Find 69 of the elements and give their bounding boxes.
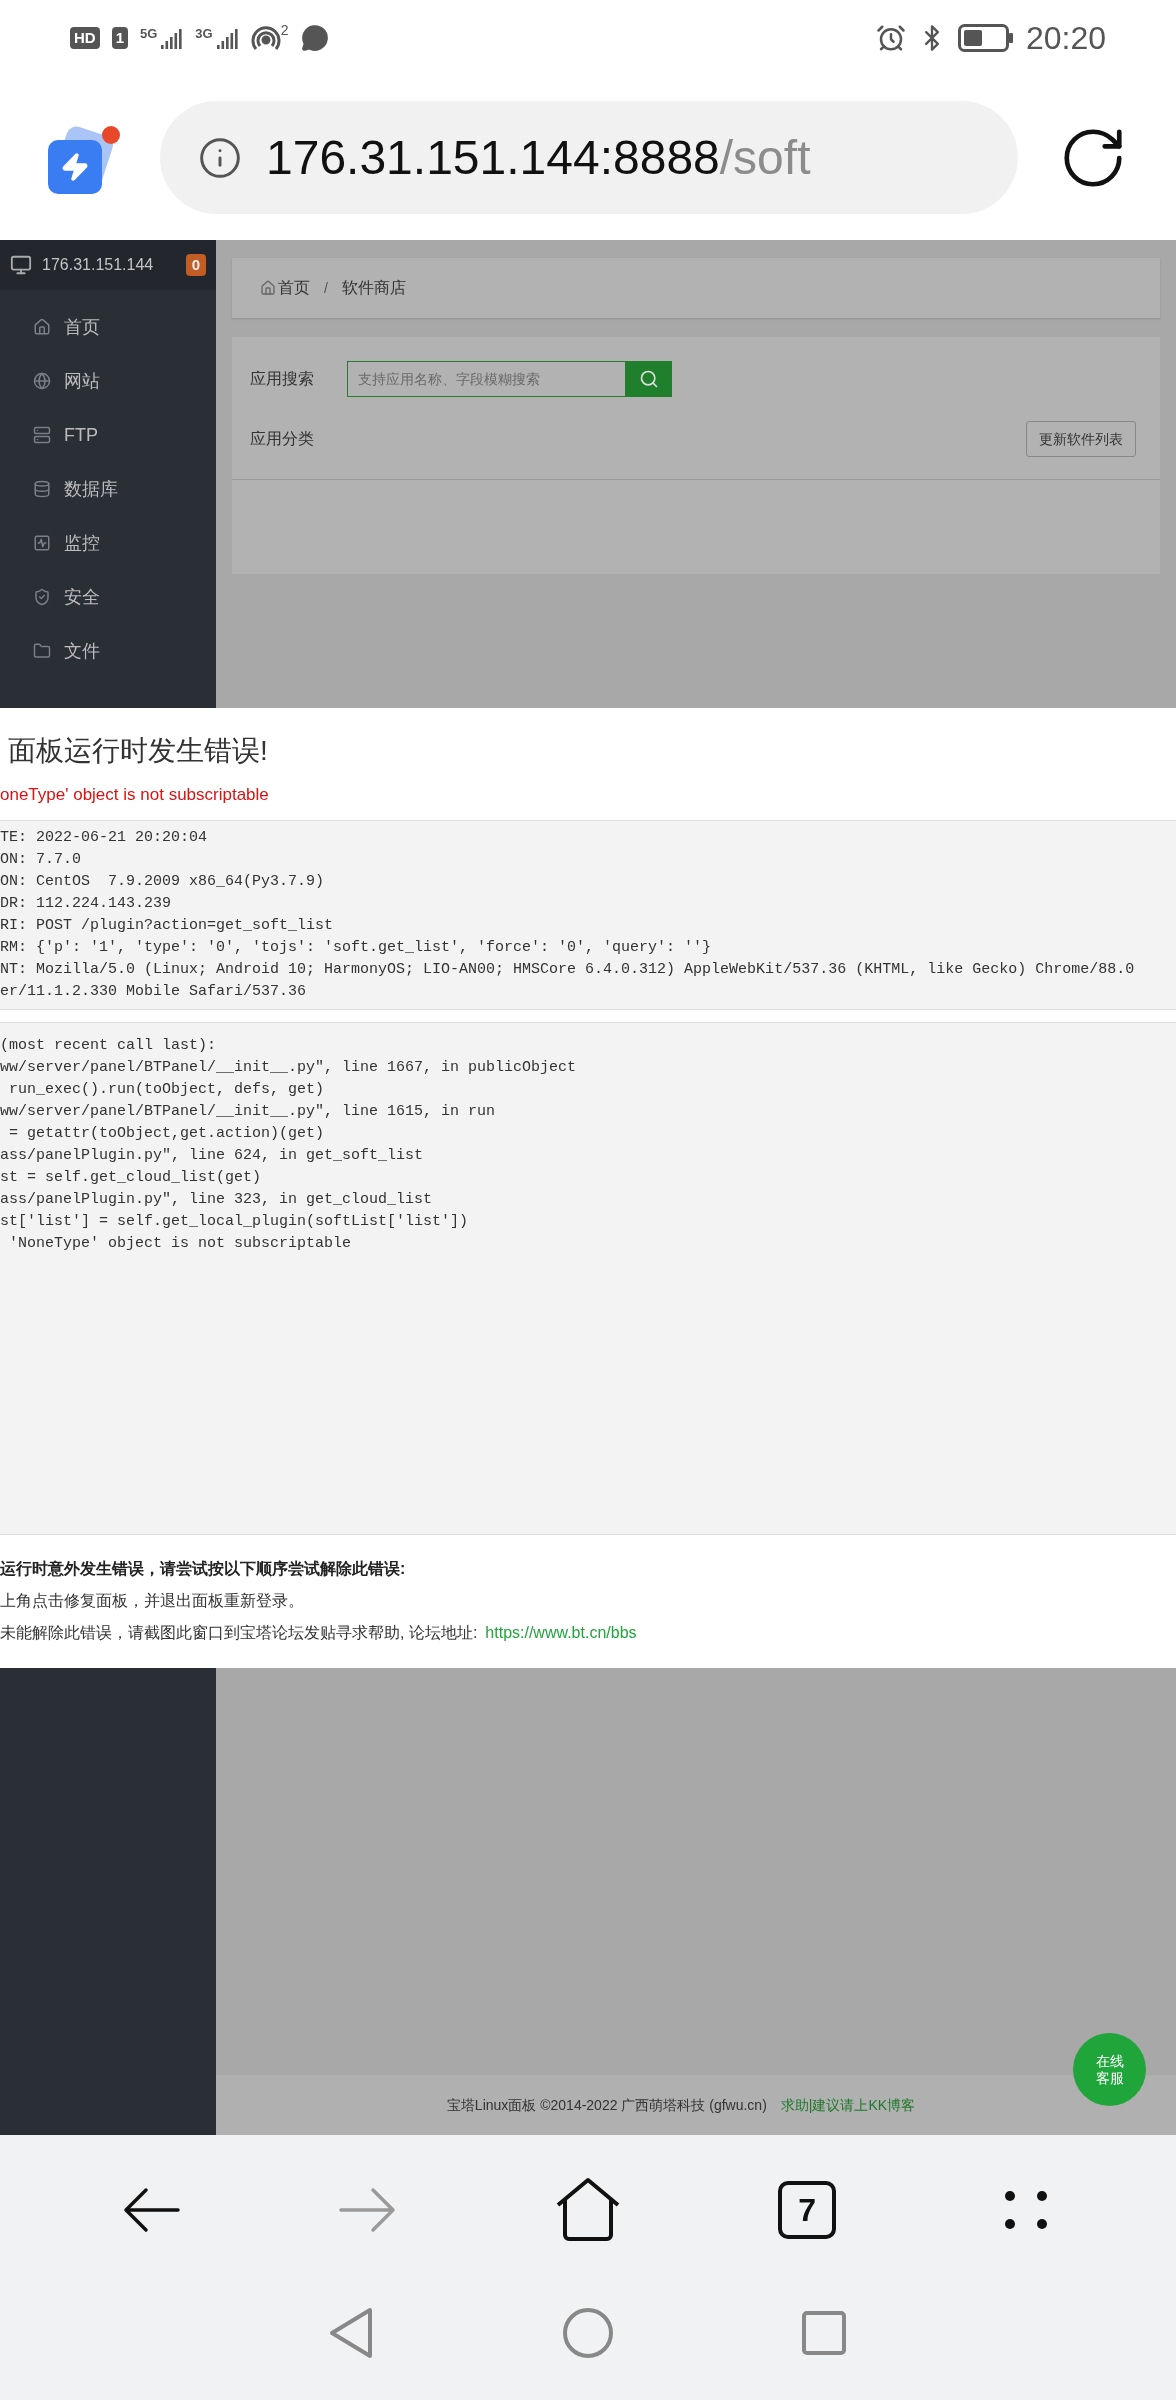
traceback-line: ww/server/panel/BTPanel/__init__.py", line 1615, in run	[0, 1101, 497, 1122]
search-field[interactable]: 支持应用名称、字段模糊搜索	[347, 361, 626, 397]
environment-line: NT: Mozilla/5.0 (Linux; Android 10; HarmonyOS; LIO-AN00; HMSCore 6.4.0.312) AppleWebKit/537.36 (KHTML, like Gecko) Chrome/88.0	[0, 959, 1136, 980]
help-title: 运行时意外发生错误，请尝试按以下顺序尝试解除此错误:	[0, 1558, 407, 1579]
sim-badge: 1	[111, 26, 128, 49]
breadcrumb-link[interactable]: 首页	[260, 276, 310, 300]
error-message: oneType' object is not subscriptable	[0, 784, 270, 806]
traceback-line: (most recent call last):	[0, 1035, 218, 1056]
sidebar-item[interactable]: 首页	[0, 300, 216, 354]
traceback-line: ass/panelPlugin.py", line 624, in get_soft_list	[0, 1145, 425, 1166]
house-icon	[554, 2177, 621, 2243]
chat-icon	[300, 23, 329, 52]
environment-line: ON: CentOS 7.9.2009 x86_64(Py3.7.9)	[0, 871, 326, 892]
tabs-button[interactable]: 7	[762, 2165, 853, 2255]
monitor-icon	[10, 254, 32, 276]
sidebar-item[interactable]: 数据库	[0, 462, 216, 516]
network-label: 3G	[195, 26, 213, 40]
signal-icon	[161, 26, 184, 49]
info-icon	[198, 135, 242, 180]
notification-count: 0	[185, 254, 206, 276]
search-button[interactable]	[626, 361, 672, 397]
sidebar-item[interactable]: FTP	[0, 408, 216, 462]
globe-icon	[33, 372, 51, 390]
hotspot-count: 2	[280, 22, 289, 37]
environment-line: TE: 2022-06-21 20:20:04	[0, 827, 209, 848]
battery-icon	[957, 23, 1014, 52]
folder-icon	[33, 642, 51, 660]
environment-line: RM: {'p': '1', 'type': '0', 'tojs': 'soft.get_list', 'force': '0', 'query': ''}	[0, 937, 713, 958]
help-step: 未能解除此错误，请截图此窗口到宝塔论坛发贴寻求帮助, 论坛地址:	[0, 1620, 478, 1645]
shield-icon	[33, 588, 51, 606]
sidebar-item[interactable]: 安全	[0, 570, 216, 624]
help-step: 上角点击修复面板，并退出面板重新登录。	[0, 1588, 1176, 1613]
environment-line: ON: 7.7.0	[0, 849, 82, 870]
category-label: 应用分类	[250, 429, 314, 449]
alarm-icon	[875, 22, 906, 53]
hd-badge: HD	[70, 26, 100, 49]
dots-icon	[1004, 2188, 1049, 2232]
traceback-line: 'NoneType' object is not subscriptable	[8, 1233, 353, 1254]
address-field[interactable]: 176.31.151.144:8888/soft	[160, 101, 1018, 214]
chart-icon	[33, 534, 51, 552]
search-icon	[639, 369, 659, 389]
clock: 20:20	[1025, 18, 1106, 58]
traceback-line: st['list'] = self.get_local_plugin(softList['list'])	[0, 1211, 470, 1232]
network-label: 5G	[140, 26, 158, 40]
error-title: 面板运行时发生错误!	[8, 734, 269, 768]
url-host: 176.31.151.144:8888	[266, 130, 720, 184]
traceback-line: st = self.get_cloud_list(get)	[0, 1167, 263, 1188]
environment-line: er/11.1.2.330 Mobile Safari/537.36	[0, 981, 308, 1002]
traceback-line: run_exec().run(toObject, defs, get)	[8, 1079, 326, 1100]
sidebar-item[interactable]: 网站	[0, 354, 216, 408]
signal-icon	[216, 26, 239, 49]
search-label: 应用搜索	[250, 369, 315, 389]
copyright-text: 宝塔Linux面板 ©2014-2022 广西萌塔科技 (gfwu.cn)	[446, 2095, 767, 2115]
refresh-list-button[interactable]: 更新软件列表	[1026, 421, 1136, 457]
sidebar-item[interactable]: 监控	[0, 516, 216, 570]
environment-line: RI: POST /plugin?action=get_soft_list	[0, 915, 335, 936]
database-icon	[33, 480, 51, 498]
server-icon	[33, 426, 51, 444]
url-path: /soft	[719, 130, 811, 184]
traceback-line: ass/panelPlugin.py", line 323, in get_cloud_list	[0, 1189, 434, 1210]
environment-line: DR: 112.224.143.239	[0, 893, 173, 914]
traceback-line: = getattr(toObject,get.action)(get)	[8, 1123, 326, 1144]
server-address: 176.31.151.144	[42, 255, 155, 275]
breadcrumb-separator: /	[324, 278, 328, 298]
sidebar-item[interactable]: 文件	[0, 624, 216, 678]
breadcrumb-current: 软件商店	[341, 278, 406, 298]
traceback-line: ww/server/panel/BTPanel/__init__.py", line 1667, in publicObject	[0, 1057, 578, 1078]
home-icon	[33, 318, 51, 336]
home-icon	[260, 280, 276, 296]
